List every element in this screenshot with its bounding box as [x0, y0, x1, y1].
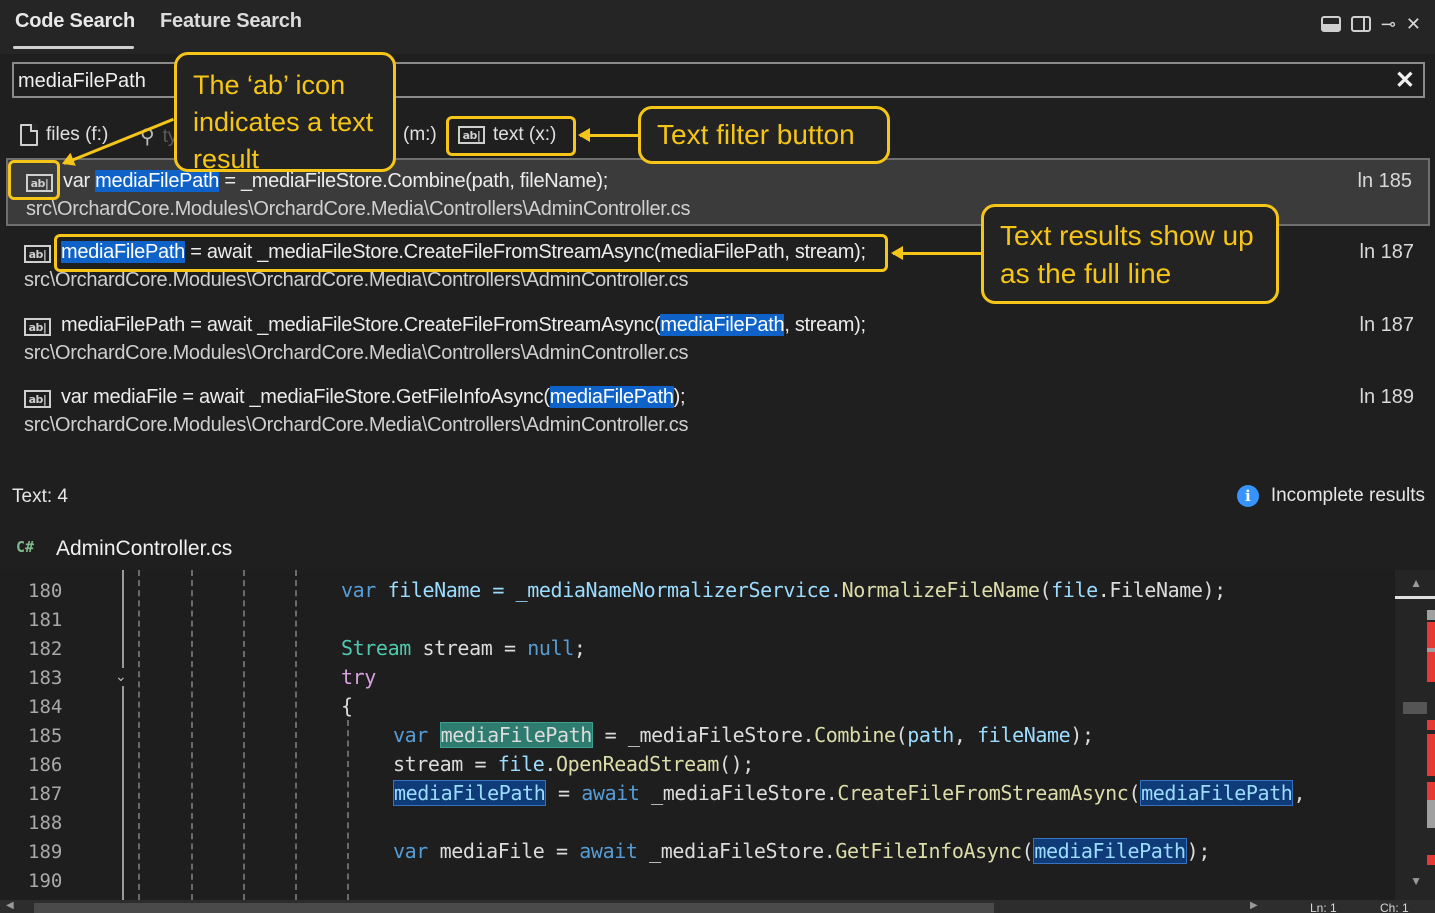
scrollbar-marker: [1427, 800, 1435, 828]
tab-feature-search[interactable]: Feature Search: [160, 10, 302, 33]
result-line-number: ln 187: [1359, 314, 1415, 336]
line-number: 184: [28, 696, 63, 718]
ab-icon: ab|: [24, 318, 51, 336]
scrollbar-marker: [1427, 648, 1435, 652]
result-line: var mediaFilePath = _mediaFileStore.Comb…: [63, 170, 609, 192]
dock-side-icon[interactable]: [1350, 16, 1371, 32]
scrollbar-marker: [1427, 610, 1435, 620]
code-line-186: stream = file.OpenReadStream();: [393, 752, 754, 776]
result-count: Text: 4: [12, 486, 68, 507]
horizontal-scrollbar-thumb[interactable]: [34, 903, 994, 913]
result-path: src\OrchardCore.Modules\OrchardCore.Medi…: [24, 342, 689, 364]
code-line-184: {: [341, 694, 353, 718]
line-number: 185: [28, 725, 63, 747]
dock-bottom-icon[interactable]: [1320, 16, 1341, 32]
horizontal-scrollbar[interactable]: ◀ ▶ Ln: 1 Ch: 1: [0, 900, 1435, 913]
pin-icon[interactable]: ⊸: [1381, 13, 1396, 35]
incomplete-results-label: Incomplete results: [1270, 485, 1425, 506]
cursor-line: Ln: 1: [1310, 901, 1337, 913]
line-number: 186: [28, 754, 63, 776]
incomplete-results-notice[interactable]: i Incomplete results: [1236, 485, 1425, 507]
annotation-text-filter: Text filter button: [638, 106, 890, 164]
result-line: mediaFilePath = await _mediaFileStore.Cr…: [61, 314, 866, 336]
annotation-highlight-text-filter: [446, 116, 576, 156]
indent-guide: [295, 570, 297, 900]
annotation-ab-icon: The ‘ab’ icon indicates a text result: [174, 52, 396, 174]
result-item[interactable]: ab| mediaFilePath = await _mediaFileStor…: [6, 304, 1430, 372]
tab-code-search[interactable]: Code Search: [15, 10, 135, 33]
scrollbar-marker: [1427, 855, 1435, 865]
code-line-187: mediaFilePath = await _mediaFileStore.Cr…: [393, 780, 1306, 806]
indent-guide: [138, 570, 140, 900]
ab-icon: ab|: [24, 390, 51, 408]
line-number: 180: [28, 580, 63, 602]
vertical-scrollbar[interactable]: ▲ ▼: [1395, 570, 1435, 900]
fold-chevron-icon[interactable]: ⌄: [115, 668, 127, 685]
scrollbar-marker: [1427, 720, 1435, 730]
reference-highlight: mediaFilePath: [393, 780, 547, 806]
result-line-number: ln 189: [1359, 386, 1415, 408]
annotation-arrow: [891, 246, 981, 260]
match-highlight: mediaFilePath: [660, 314, 785, 336]
active-tab-indicator: [13, 46, 134, 49]
scroll-down-arrow-icon[interactable]: ▼: [1410, 874, 1422, 888]
scroll-up-arrow-icon[interactable]: ▲: [1410, 576, 1422, 590]
result-path: src\OrchardCore.Modules\OrchardCore.Medi…: [26, 198, 691, 220]
window-controls: ⊸ ✕: [1320, 13, 1421, 35]
result-line: var mediaFile = await _mediaFileStore.Ge…: [61, 386, 686, 408]
filter-members-shortcut[interactable]: (m:): [403, 124, 437, 146]
code-line-180: var fileName = _mediaNameNormalizerServi…: [341, 578, 1226, 602]
annotation-full-line: Text results show up as the full line: [981, 204, 1279, 304]
line-number-gutter: 180 181 182 183 184 185 186 187 188 189 …: [0, 570, 110, 900]
ab-icon: ab|: [24, 245, 51, 263]
result-path: src\OrchardCore.Modules\OrchardCore.Medi…: [24, 414, 689, 436]
annotation-highlight-full-line: [54, 234, 888, 272]
scrollbar-thumb[interactable]: [1403, 702, 1427, 714]
indent-guide: [243, 570, 245, 900]
code-preview[interactable]: 180 181 182 183 184 185 186 187 188 189 …: [0, 570, 1435, 913]
clear-search-button[interactable]: ✕: [1395, 66, 1415, 95]
code-line-189: var mediaFile = await _mediaFileStore.Ge…: [393, 838, 1210, 864]
scrollbar-marker: [1427, 622, 1435, 682]
definition-highlight: mediaFilePath: [439, 722, 593, 748]
reference-highlight: mediaFilePath: [1140, 780, 1294, 806]
scrollbar-marker: [1427, 734, 1435, 776]
indent-guide: [347, 720, 349, 900]
line-number: 188: [28, 812, 63, 834]
result-line-number: ln 187: [1359, 241, 1415, 263]
match-highlight: mediaFilePath: [549, 386, 674, 408]
annotation-highlight-ab-icon: [8, 160, 60, 200]
line-number: 190: [28, 870, 63, 892]
annotation-arrow: [578, 128, 638, 142]
scrollbar-position-line: [1395, 596, 1435, 599]
code-line-185: var mediaFilePath = _mediaFileStore.Comb…: [393, 722, 1094, 748]
line-number: 189: [28, 841, 63, 863]
scroll-right-arrow-icon[interactable]: ▶: [1250, 900, 1258, 911]
line-number: 182: [28, 638, 63, 660]
filter-members-code: (m:): [403, 124, 437, 145]
reference-highlight: mediaFilePath: [1033, 838, 1187, 864]
line-number: 183: [28, 667, 63, 689]
filter-files-button[interactable]: files (f:): [20, 124, 108, 146]
file-icon: [20, 124, 38, 146]
csharp-icon: C#: [16, 538, 35, 556]
tool-window-header: Code Search Feature Search ⊸ ✕: [0, 0, 1435, 54]
preview-file-name[interactable]: AdminController.cs: [56, 537, 232, 561]
result-path: src\OrchardCore.Modules\OrchardCore.Medi…: [24, 269, 689, 291]
result-item[interactable]: ab| var mediaFile = await _mediaFileStor…: [6, 376, 1430, 444]
filter-files-label: files (f:): [46, 124, 109, 145]
code-line-183: try: [341, 665, 376, 689]
indent-guide: [191, 570, 193, 900]
line-number: 181: [28, 609, 63, 631]
cursor-column: Ch: 1: [1380, 901, 1409, 913]
line-number: 187: [28, 783, 63, 805]
result-line-number: ln 185: [1357, 170, 1413, 192]
indent-guide: [122, 686, 124, 900]
code-line-182: Stream stream = null;: [341, 636, 586, 660]
preview-file-header: C# AdminController.cs: [0, 530, 1435, 568]
info-icon: i: [1236, 485, 1259, 507]
close-icon[interactable]: ✕: [1406, 13, 1421, 35]
indent-guide: [122, 570, 124, 668]
scroll-left-arrow-icon[interactable]: ◀: [6, 900, 14, 911]
